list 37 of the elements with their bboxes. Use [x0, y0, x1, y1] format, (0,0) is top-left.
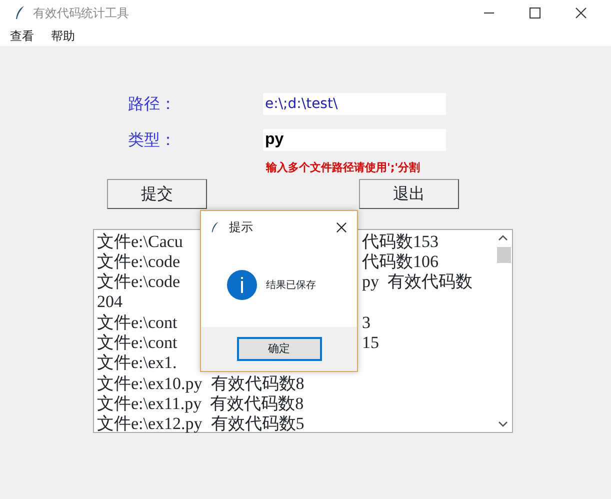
output-line-fragment: 代码数106 — [362, 252, 438, 272]
output-line: 文件e:\cont — [97, 312, 178, 332]
output-line: 文件e:\ex12.py 有效代码数5 — [97, 414, 304, 434]
output-line: 文件e:\ex10.py 有效代码数8 — [97, 374, 304, 394]
output-line: 文件e:\Cacu — [97, 232, 183, 250]
output-line: 文件e:\ex11.py 有效代码数8 — [97, 394, 304, 414]
scroll-down-icon[interactable] — [498, 420, 508, 426]
output-line-fragment: py 有效代码数 — [362, 272, 472, 292]
output-line: 文件e:\code — [97, 272, 180, 292]
output-line: 204 — [97, 292, 122, 313]
feather-icon — [211, 220, 219, 234]
exit-button[interactable]: 退出 — [359, 178, 459, 208]
dialog-title: 提示 — [229, 219, 253, 236]
scroll-up-icon[interactable] — [498, 234, 508, 240]
output-line: 文件e:\ex1. — [97, 353, 177, 374]
output-line: 文件e:\code — [97, 252, 180, 271]
output-line: 文件e:\cont — [97, 332, 178, 352]
type-field[interactable]: py — [263, 129, 446, 151]
dialog-message: 结果已保存 — [266, 278, 316, 292]
menu-item[interactable]: 帮助 — [41, 27, 82, 45]
scrollbar-thumb[interactable] — [497, 246, 511, 262]
hint-text: 输入多个文件路径请使用';'分割 — [266, 161, 420, 174]
type-label: 类型： — [128, 129, 177, 151]
info-icon — [227, 270, 257, 300]
menu-item[interactable]: 查看 — [0, 27, 41, 45]
output-line-fragment: 代码数153 — [362, 232, 438, 252]
output-line-fragment: 15 — [362, 332, 379, 354]
close-icon[interactable] — [575, 7, 587, 19]
close-icon[interactable] — [336, 222, 347, 232]
feather-icon — [15, 6, 25, 20]
path-field[interactable]: e:\;d:\test\ — [263, 93, 446, 115]
ok-button[interactable]: 确定 — [236, 337, 322, 361]
submit-button[interactable]: 提交 — [107, 178, 207, 208]
window-title: 有效代码统计工具 — [33, 5, 129, 22]
path-label: 路径： — [128, 93, 177, 115]
output-line-fragment: 3 — [362, 312, 370, 333]
maximize-icon[interactable] — [529, 7, 541, 19]
